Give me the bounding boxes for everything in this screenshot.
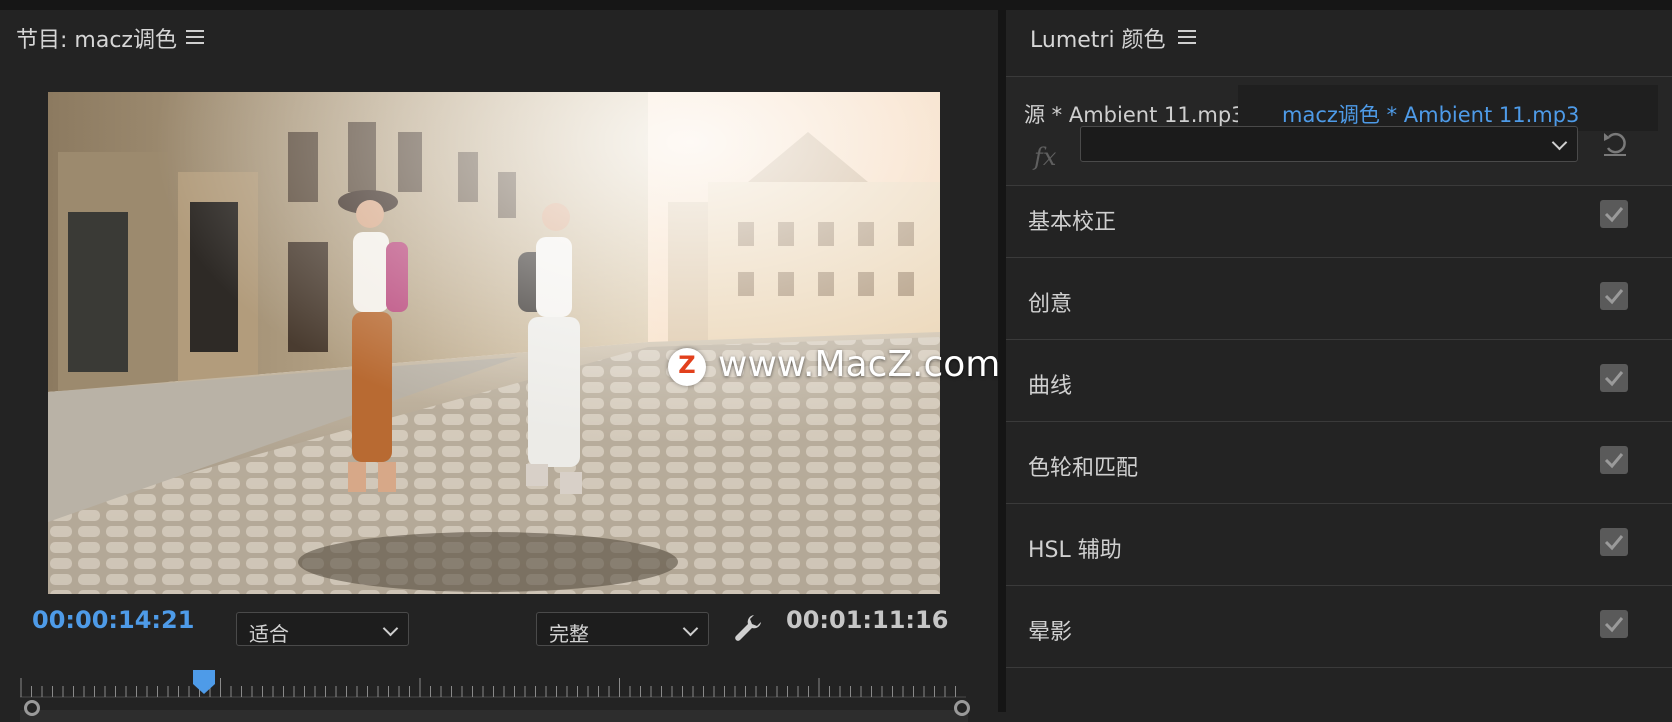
checkbox-check-icon xyxy=(1604,289,1624,305)
panel-menu-icon[interactable] xyxy=(1178,30,1196,44)
time-ruler[interactable] xyxy=(20,670,966,698)
section-enable-checkbox[interactable] xyxy=(1600,200,1628,228)
program-monitor-panel: 节目: macz调色 00:00:14:21 适合 完整 00:01:11:16… xyxy=(0,10,1001,722)
playback-resolution-label: 完整 xyxy=(549,622,589,646)
lumetri-section-label[interactable]: 基本校正 xyxy=(1028,204,1116,236)
lumetri-section-row[interactable]: 创意 xyxy=(1006,258,1672,340)
window-top-strip xyxy=(0,0,1672,10)
panel-divider[interactable] xyxy=(998,10,1006,712)
video-frame-image xyxy=(48,92,940,594)
lumetri-section-row[interactable]: 晕影 xyxy=(1006,586,1672,668)
panel-menu-icon[interactable] xyxy=(186,30,204,44)
playback-resolution-dropdown[interactable]: 完整 xyxy=(536,612,709,646)
checkbox-check-icon xyxy=(1604,617,1624,633)
zoom-scrollbar-start-handle[interactable] xyxy=(24,700,40,716)
video-preview xyxy=(48,92,940,594)
lumetri-section-row[interactable]: HSL 辅助 xyxy=(1006,504,1672,586)
section-enable-checkbox[interactable] xyxy=(1600,610,1628,638)
lumetri-section-row[interactable]: 曲线 xyxy=(1006,340,1672,422)
lumetri-section-row[interactable]: 基本校正 xyxy=(1006,176,1672,258)
checkbox-check-icon xyxy=(1604,207,1624,223)
source-clip-label[interactable]: 源 * Ambient 11.mp3 xyxy=(1024,99,1245,129)
current-timecode[interactable]: 00:00:14:21 xyxy=(32,606,194,634)
chevron-down-icon xyxy=(682,620,699,637)
program-panel-title[interactable]: 节目: macz调色 xyxy=(16,22,177,54)
lumetri-section-label[interactable]: 创意 xyxy=(1028,286,1072,318)
chevron-down-icon xyxy=(382,620,399,637)
watermark-text: www.MacZ.com xyxy=(718,344,1001,385)
target-clip-label[interactable]: macz调色 * Ambient 11.mp3 xyxy=(1282,99,1579,129)
lumetri-section-label[interactable]: 色轮和匹配 xyxy=(1028,450,1138,482)
chevron-down-icon xyxy=(1551,134,1568,151)
fx-icon[interactable]: fx xyxy=(1034,143,1056,171)
watermark-logo: Z xyxy=(668,348,706,386)
checkbox-check-icon xyxy=(1604,535,1624,551)
checkbox-check-icon xyxy=(1604,371,1624,387)
lumetri-section-label[interactable]: HSL 辅助 xyxy=(1028,532,1122,564)
zoom-fit-dropdown[interactable]: 适合 xyxy=(236,612,409,646)
reset-icon[interactable] xyxy=(1600,128,1630,158)
lumetri-section-label[interactable]: 晕影 xyxy=(1028,614,1072,646)
playhead-icon[interactable] xyxy=(193,670,216,694)
section-enable-checkbox[interactable] xyxy=(1600,364,1628,392)
section-enable-checkbox[interactable] xyxy=(1600,446,1628,474)
zoom-scrollbar-end-handle[interactable] xyxy=(954,700,970,716)
lumetri-panel-title[interactable]: Lumetri 颜色 xyxy=(1030,22,1166,54)
effect-selection-dropdown[interactable] xyxy=(1080,126,1578,162)
duration-timecode: 00:01:11:16 xyxy=(786,606,949,634)
lumetri-section-row[interactable]: 色轮和匹配 xyxy=(1006,422,1672,504)
section-enable-checkbox[interactable] xyxy=(1600,282,1628,310)
wrench-icon[interactable] xyxy=(732,612,764,644)
checkbox-check-icon xyxy=(1604,453,1624,469)
lumetri-color-panel: Lumetri 颜色 源 * Ambient 11.mp3 macz调色 * A… xyxy=(1006,10,1672,712)
lumetri-section-label[interactable]: 曲线 xyxy=(1028,368,1072,400)
zoom-fit-label: 适合 xyxy=(249,622,289,646)
section-enable-checkbox[interactable] xyxy=(1600,528,1628,556)
